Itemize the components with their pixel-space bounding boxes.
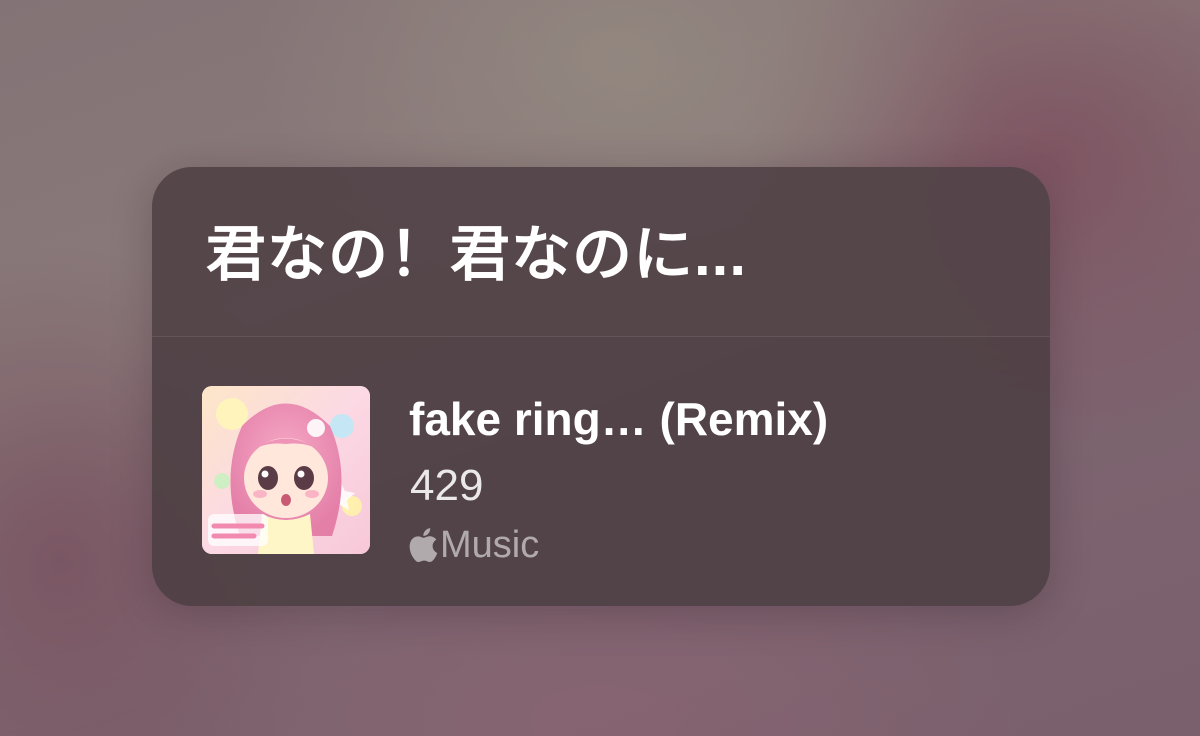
lyric-section: 君なの！君なのに... — [152, 167, 1050, 337]
track-subtitle: 429 — [410, 461, 484, 510]
track-section[interactable]: fake ring… (Remix) 429 Music — [152, 337, 1050, 606]
service-label: Music — [440, 524, 540, 566]
shared-lyrics-card[interactable]: 君なの！君なのに... fake ring… (Remix) 429 Music — [152, 167, 1050, 606]
album-artwork[interactable] — [202, 386, 370, 554]
apple-music-badge: Music — [408, 523, 539, 567]
lyric-line: 君なの！君なのに... — [206, 221, 748, 288]
track-title[interactable]: fake ring… (Remix) — [409, 391, 828, 447]
apple-logo-icon — [408, 527, 438, 563]
